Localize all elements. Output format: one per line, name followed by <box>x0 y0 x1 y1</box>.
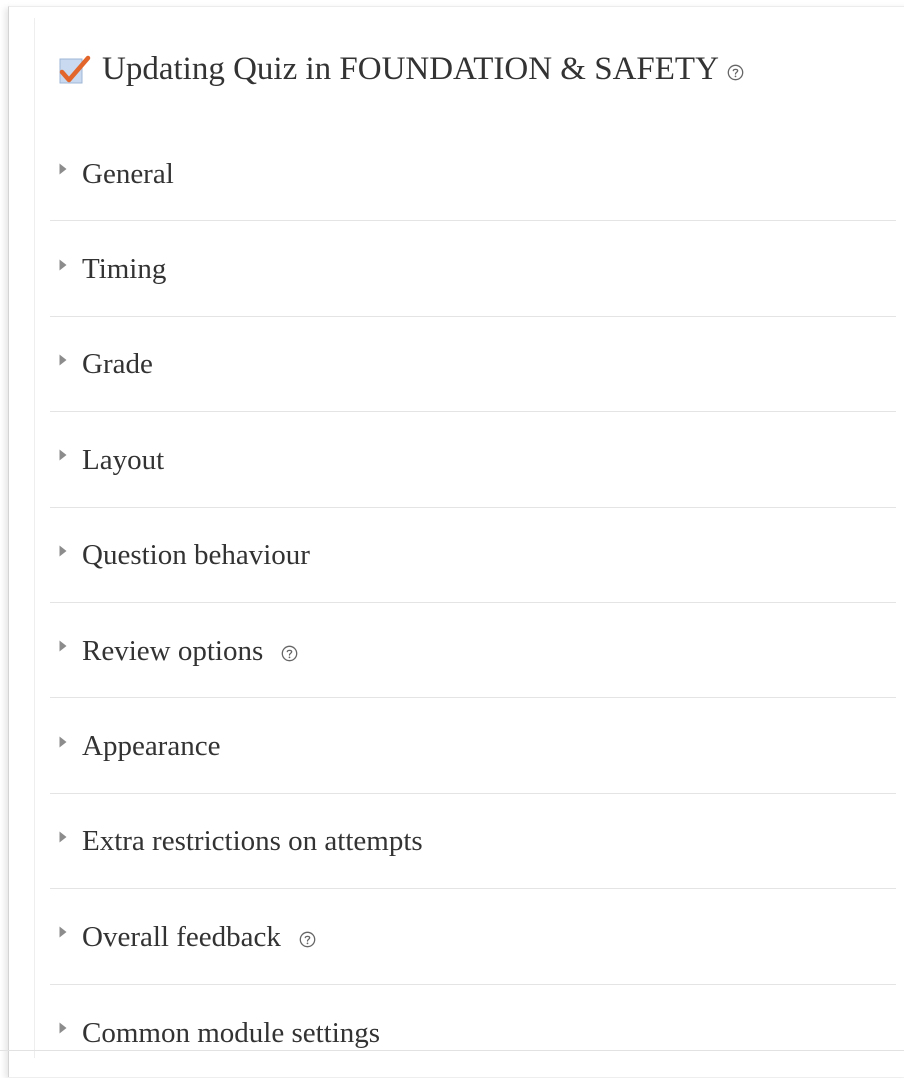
section-timing[interactable]: Timing <box>50 221 896 317</box>
caret-right-icon <box>59 1022 67 1034</box>
section-label: Overall feedback <box>82 920 281 953</box>
section-grade[interactable]: Grade <box>50 317 896 413</box>
section-question-behaviour[interactable]: Question behaviour <box>50 508 896 603</box>
section-label: Timing <box>82 253 167 286</box>
help-icon[interactable] <box>281 645 298 662</box>
panel-inner-border <box>34 18 35 1058</box>
section-review-options[interactable]: Review options <box>50 603 896 699</box>
help-icon[interactable] <box>299 931 316 948</box>
section-label: Common module settings <box>82 1016 381 1049</box>
section-label: Review options <box>82 634 264 667</box>
section-label: Layout <box>82 443 165 476</box>
section-layout[interactable]: Layout <box>50 412 896 508</box>
quiz-checkmark-icon <box>59 55 91 84</box>
caret-right-icon <box>59 640 67 652</box>
caret-right-icon <box>59 831 67 843</box>
caret-right-icon <box>59 354 67 366</box>
caret-right-icon <box>59 163 67 175</box>
page-title: Updating Quiz in FOUNDATION & SAFETY <box>102 50 719 87</box>
section-label: Extra restrictions on attempts <box>82 825 423 858</box>
page-heading: Updating Quiz in FOUNDATION & SAFETY <box>58 44 744 94</box>
section-general[interactable]: General <box>50 126 896 222</box>
section-label: Appearance <box>82 730 221 763</box>
section-overall-feedback[interactable]: Overall feedback <box>50 889 896 985</box>
section-extra-restrictions[interactable]: Extra restrictions on attempts <box>50 794 896 890</box>
section-label: Question behaviour <box>82 539 310 572</box>
section-label: General <box>82 157 174 190</box>
caret-right-icon <box>59 449 67 461</box>
settings-sections: General Timing Grade Layout Question beh… <box>50 126 896 1078</box>
caret-right-icon <box>59 926 67 938</box>
caret-right-icon <box>59 736 67 748</box>
section-label: Grade <box>82 348 153 381</box>
caret-right-icon <box>59 545 67 557</box>
section-appearance[interactable]: Appearance <box>50 698 896 794</box>
caret-right-icon <box>59 259 67 271</box>
section-common-module-settings[interactable]: Common module settings <box>50 985 896 1078</box>
help-icon[interactable] <box>727 64 744 81</box>
